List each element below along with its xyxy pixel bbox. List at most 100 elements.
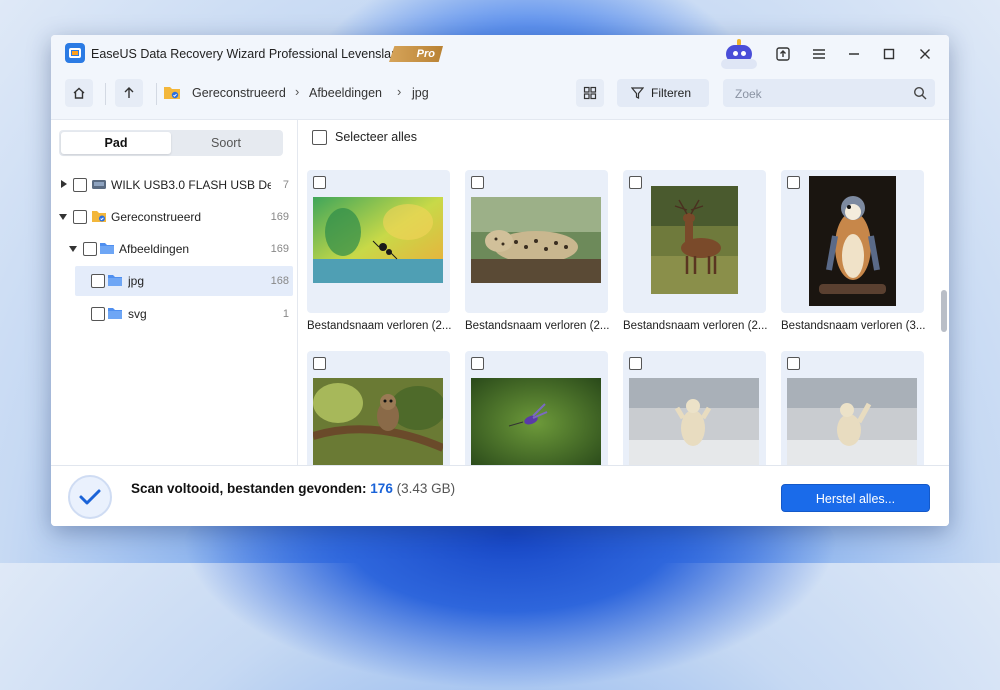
recover-all-button[interactable]: Herstel alles... bbox=[781, 484, 930, 512]
file-checkbox[interactable] bbox=[313, 176, 326, 189]
thumbnail-hummingbird bbox=[471, 378, 601, 465]
tab-soort[interactable]: Soort bbox=[171, 132, 281, 154]
tree-checkbox[interactable] bbox=[91, 307, 105, 321]
thumbnail-deer bbox=[651, 186, 738, 294]
file-card[interactable] bbox=[781, 170, 924, 313]
toolbar-divider bbox=[105, 83, 106, 105]
file-checkbox[interactable] bbox=[313, 357, 326, 370]
file-card[interactable] bbox=[465, 351, 608, 465]
folder-icon bbox=[108, 275, 122, 286]
status-bar: Scan voltooid, bestanden gevonden: 176 (… bbox=[51, 465, 949, 526]
folder-icon bbox=[100, 243, 114, 254]
tree-item-label: WILK USB3.0 FLASH USB Devi... bbox=[111, 178, 271, 192]
tree-checkbox[interactable] bbox=[73, 178, 87, 192]
file-checkbox[interactable] bbox=[787, 357, 800, 370]
tree-item-count: 168 bbox=[270, 275, 289, 287]
file-card[interactable] bbox=[307, 170, 450, 313]
view-mode-switch: Pad Soort bbox=[59, 130, 283, 156]
tree-item-label: Afbeeldingen bbox=[119, 242, 190, 256]
found-size: (3.43 GB) bbox=[396, 481, 456, 496]
file-checkbox[interactable] bbox=[471, 357, 484, 370]
breadcrumb-afbeeldingen[interactable]: Afbeeldingen bbox=[309, 86, 382, 100]
search-box bbox=[723, 79, 935, 107]
search-input[interactable] bbox=[733, 84, 907, 104]
tree-checkbox[interactable] bbox=[91, 274, 105, 288]
file-card[interactable] bbox=[465, 170, 608, 313]
thumbnail-kestrel bbox=[809, 176, 896, 306]
tree-item-count: 169 bbox=[270, 243, 289, 255]
search-icon[interactable] bbox=[913, 86, 927, 100]
select-all-checkbox[interactable] bbox=[312, 130, 327, 145]
tab-pad[interactable]: Pad bbox=[61, 132, 171, 154]
toolbar: Gereconstrueerd › Afbeeldingen › jpg Fil… bbox=[51, 73, 949, 120]
expand-arrow-icon[interactable] bbox=[61, 180, 67, 188]
home-icon bbox=[73, 87, 85, 99]
file-checkbox[interactable] bbox=[629, 176, 642, 189]
assistant-robot-icon[interactable] bbox=[721, 37, 757, 69]
file-card[interactable] bbox=[307, 351, 450, 465]
up-button[interactable] bbox=[115, 79, 143, 107]
tree-item-svg[interactable]: svg 1 bbox=[51, 299, 297, 329]
app-window: EaseUS Data Recovery Wizard Professional… bbox=[51, 35, 949, 526]
breadcrumb-gereconstrueerd[interactable]: Gereconstrueerd bbox=[192, 86, 286, 100]
filter-button[interactable]: Filteren bbox=[617, 79, 709, 107]
tree-item-count: 1 bbox=[282, 308, 289, 320]
tree-item-label: Gereconstrueerd bbox=[111, 210, 202, 224]
select-all-label: Selecteer alles bbox=[335, 130, 417, 144]
tree-checkbox[interactable] bbox=[83, 242, 97, 256]
breadcrumb-jpg[interactable]: jpg bbox=[412, 86, 429, 100]
tree-item-count: 169 bbox=[270, 211, 289, 223]
breadcrumb-chevron-icon: › bbox=[295, 84, 300, 99]
file-checkbox[interactable] bbox=[471, 176, 484, 189]
tree-item-label: jpg bbox=[128, 274, 145, 288]
breadcrumb-chevron-icon: › bbox=[397, 84, 402, 99]
tree-item-afbeeldingen[interactable]: Afbeeldingen 169 bbox=[51, 234, 297, 264]
collapse-arrow-icon[interactable] bbox=[59, 214, 67, 220]
reconstructed-folder-icon bbox=[92, 211, 106, 222]
tree-item-jpg[interactable]: jpg 168 bbox=[75, 266, 293, 296]
tree-checkbox[interactable] bbox=[73, 210, 87, 224]
folder-icon bbox=[108, 308, 122, 319]
vertical-scrollbar[interactable] bbox=[941, 290, 947, 332]
upload-icon[interactable] bbox=[771, 42, 795, 66]
scan-status-text: Scan voltooid, bestanden gevonden: bbox=[131, 481, 367, 496]
view-grid-button[interactable] bbox=[576, 79, 604, 107]
file-name: Bestandsnaam verloren (3... bbox=[781, 320, 926, 332]
file-name: Bestandsnaam verloren (2... bbox=[623, 320, 768, 332]
file-grid-panel: Selecteer alles Bestandsnaam verloren (2… bbox=[298, 120, 949, 465]
app-logo-icon bbox=[65, 43, 85, 63]
file-checkbox[interactable] bbox=[629, 357, 642, 370]
app-title: EaseUS Data Recovery Wizard Professional… bbox=[91, 47, 406, 61]
reconstructed-folder-icon bbox=[164, 87, 180, 99]
title-bar: EaseUS Data Recovery Wizard Professional… bbox=[51, 35, 949, 73]
sidebar: Pad Soort WILK USB3.0 FLASH USB Devi... … bbox=[51, 120, 298, 465]
filter-label: Filteren bbox=[651, 86, 692, 100]
thumbnail-polar-bear-standing bbox=[629, 378, 759, 465]
tree-item-usb-drive[interactable]: WILK USB3.0 FLASH USB Devi... 7 bbox=[51, 170, 297, 200]
tree-item-count: 7 bbox=[282, 179, 289, 191]
file-card[interactable] bbox=[623, 170, 766, 313]
tree-item-label: svg bbox=[128, 307, 147, 321]
menu-icon[interactable] bbox=[807, 42, 831, 66]
file-checkbox[interactable] bbox=[787, 176, 800, 189]
thumbnail-ant-macro bbox=[313, 197, 443, 283]
thumbnail-owl bbox=[313, 378, 443, 465]
thumbnail-polar-bear-waving bbox=[787, 378, 917, 465]
grid-icon bbox=[583, 86, 597, 100]
pro-badge: Pro bbox=[389, 46, 443, 62]
filter-icon bbox=[631, 87, 644, 99]
file-card[interactable] bbox=[623, 351, 766, 465]
found-count: 176 bbox=[370, 481, 393, 496]
tree-item-gereconstrueerd[interactable]: Gereconstrueerd 169 bbox=[51, 202, 297, 232]
toolbar-divider bbox=[156, 83, 157, 105]
collapse-arrow-icon[interactable] bbox=[69, 246, 77, 252]
home-button[interactable] bbox=[65, 79, 93, 107]
scan-complete-check-icon bbox=[68, 475, 112, 519]
file-name: Bestandsnaam verloren (2... bbox=[307, 320, 452, 332]
file-card[interactable] bbox=[781, 351, 924, 465]
close-icon[interactable] bbox=[913, 42, 937, 66]
minimize-icon[interactable] bbox=[842, 42, 866, 66]
maximize-icon[interactable] bbox=[877, 42, 901, 66]
file-name: Bestandsnaam verloren (2... bbox=[465, 320, 610, 332]
thumbnail-leopard bbox=[471, 197, 601, 283]
